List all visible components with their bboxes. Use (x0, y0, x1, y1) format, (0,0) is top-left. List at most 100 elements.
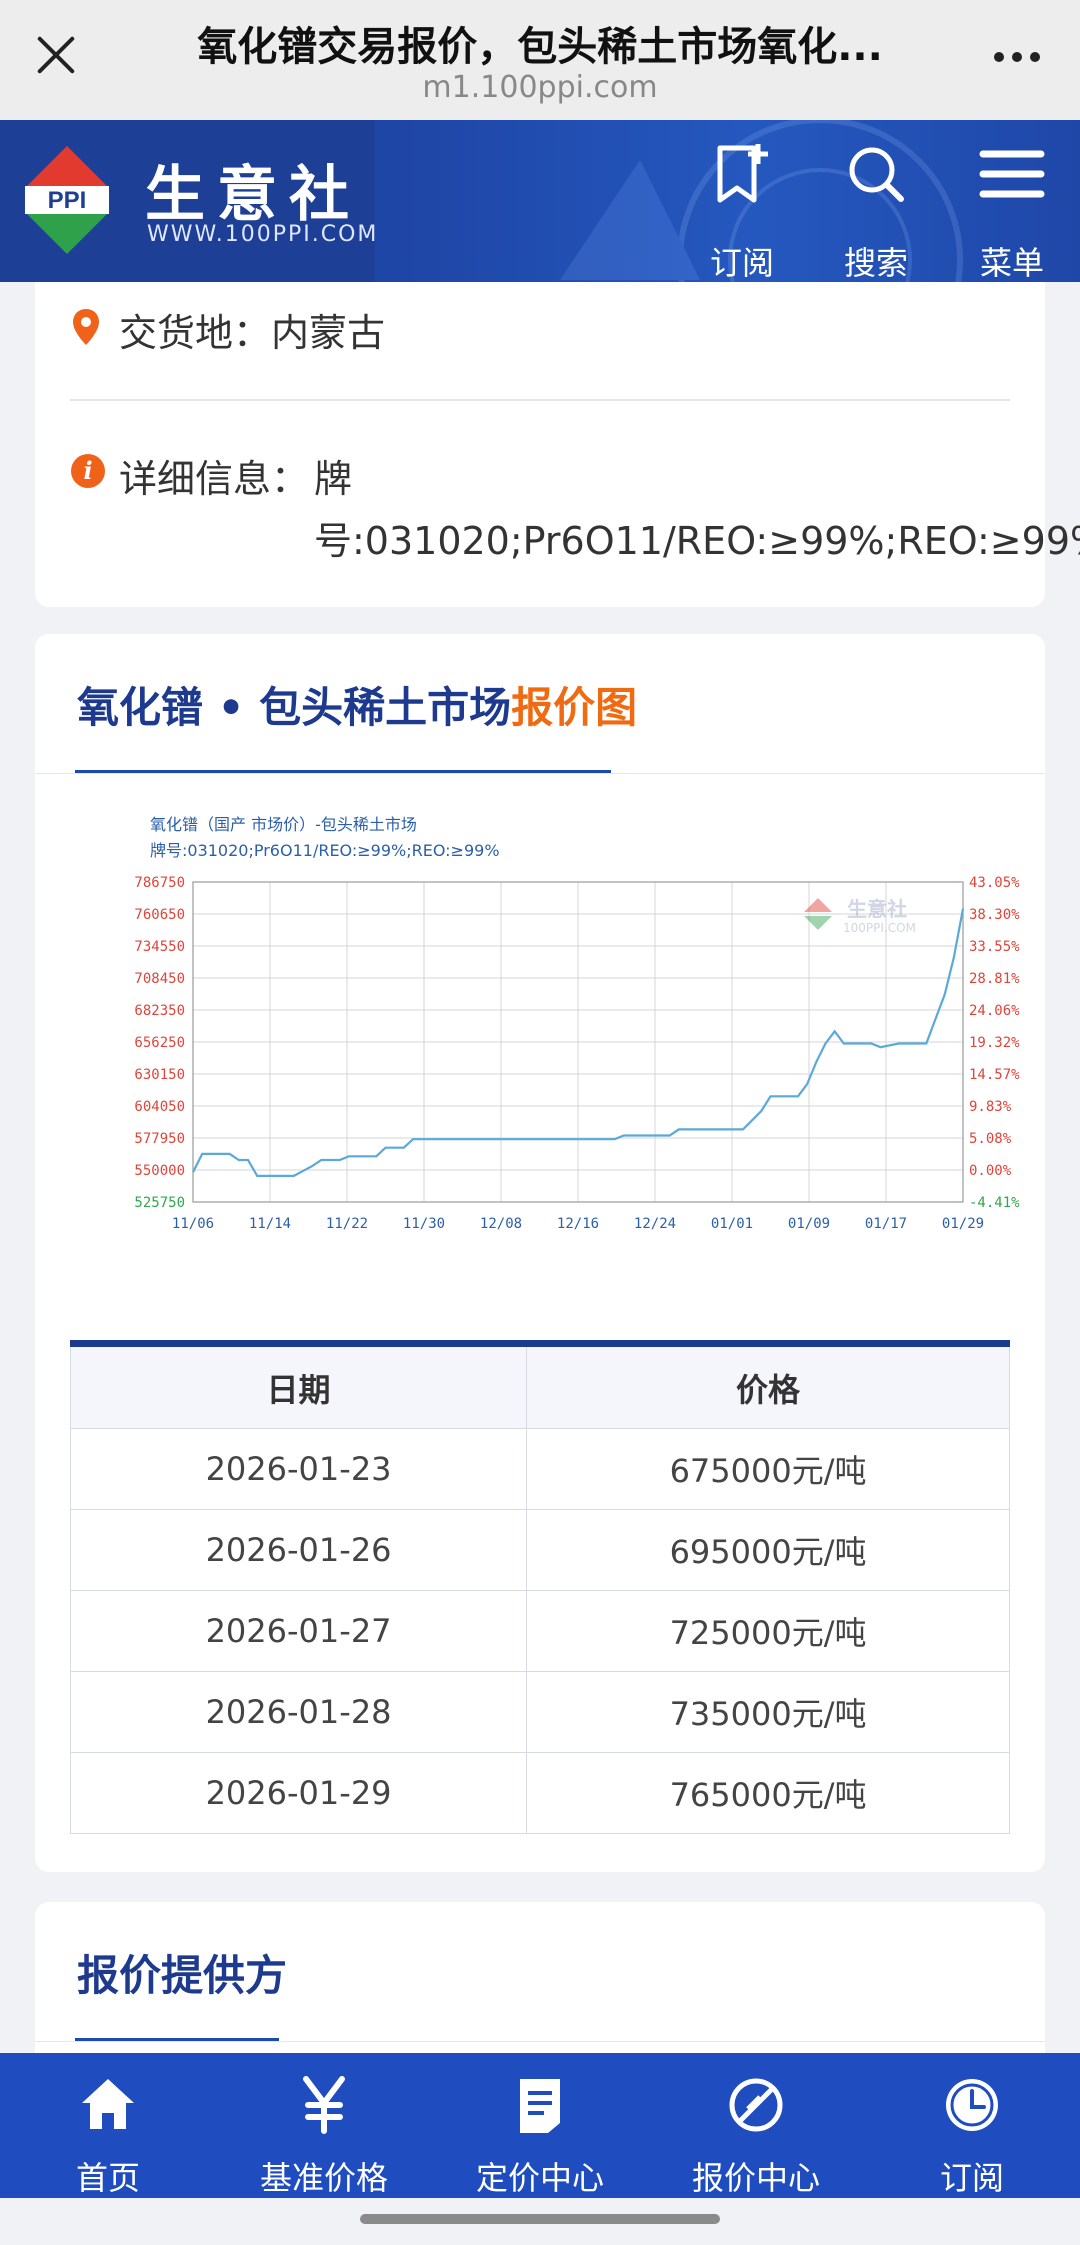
table-cell-price: 675000元/吨 (526, 1428, 1010, 1510)
table-cell-price: 735000元/吨 (526, 1671, 1010, 1753)
x-tick: 12/24 (634, 1216, 676, 1232)
logo-text: 生意社 (145, 160, 361, 230)
table-row: 2026-01-29 765000元/吨 (69, 1752, 1010, 1834)
table-header-date: 日期 (69, 1343, 528, 1429)
svg-text:100PPI.COM: 100PPI.COM (843, 921, 916, 935)
nav-item-pricing-center[interactable]: 定价中心 (432, 2053, 648, 2198)
y-tick-right: 28.81% (969, 971, 1020, 987)
delivery-row: 交货地：内蒙古 (119, 302, 385, 357)
bottom-nav: 首页 基准价格 定价中心 报价中心 订阅 (0, 2053, 1080, 2198)
y-tick-left: 550000 (134, 1163, 185, 1179)
svg-text:PPI: PPI (48, 187, 87, 214)
search-button[interactable]: 搜索 (826, 142, 926, 282)
section-rule (35, 2041, 1045, 2042)
detail-label: 详细信息： (119, 457, 310, 501)
subscribe-button[interactable]: 订阅 (692, 142, 792, 282)
home-indicator[interactable] (360, 2214, 720, 2224)
y-tick-left: 708450 (134, 971, 185, 987)
price-chart: 氧化镨（国产 市场价）-包头稀土市场 牌号:031020;Pr6O11/REO:… (134, 815, 1020, 1232)
x-tick: 01/01 (711, 1216, 753, 1232)
table-row: 2026-01-28 735000元/吨 (69, 1671, 1010, 1753)
x-tick: 11/06 (172, 1216, 214, 1232)
chart-section-title-highlight: 报价图 (511, 683, 638, 732)
y-tick-right: -4.41% (969, 1195, 1020, 1211)
price-table: 日期 价格 2026-01-23 675000元/吨 2026-01-26 69… (69, 1340, 1010, 1834)
y-tick-right: 19.32% (969, 1035, 1020, 1051)
chart-section-title: 氧化镨 • 包头稀土市场报价图 (77, 674, 637, 735)
page-url: m1.100ppi.com (422, 70, 658, 105)
detail-value-line1: 牌 (314, 457, 353, 501)
y-tick-left: 682350 (134, 1003, 185, 1019)
x-tick: 01/09 (788, 1216, 830, 1232)
table-cell-price: 765000元/吨 (526, 1752, 1010, 1834)
more-options-icon[interactable] (994, 52, 1040, 62)
logo[interactable]: PPI 生意社 WWW.100PPI.COM (0, 120, 379, 282)
y-tick-left: 525750 (134, 1195, 185, 1211)
site-header: PPI 生意社 WWW.100PPI.COM 订阅 搜索 菜单 (0, 120, 1080, 282)
y-tick-right: 38.30% (969, 907, 1020, 923)
divider (70, 399, 1010, 401)
search-icon (849, 147, 904, 202)
y-tick-left: 760650 (134, 907, 185, 923)
search-label: 搜索 (843, 244, 908, 282)
y-tick-left: 630150 (134, 1067, 185, 1083)
chart-title: 氧化镨（国产 市场价）-包头稀土市场 (150, 815, 417, 834)
nav-label: 基准价格 (259, 2159, 388, 2197)
close-icon[interactable] (30, 30, 80, 80)
y-tick-right: 0.00% (969, 1163, 1012, 1179)
y-tick-right: 9.83% (969, 1099, 1012, 1115)
yuan-icon (303, 2076, 345, 2134)
y-tick-right: 43.05% (969, 875, 1020, 891)
menu-button[interactable]: 菜单 (962, 142, 1062, 282)
quote-icon (729, 2078, 783, 2132)
table-cell-price: 695000元/吨 (526, 1509, 1010, 1591)
x-tick: 11/22 (326, 1216, 368, 1232)
table-cell-date: 2026-01-27 (69, 1590, 528, 1672)
table-cell-date: 2026-01-29 (69, 1752, 528, 1834)
section-rule (35, 773, 1045, 774)
subscribe-label: 订阅 (709, 244, 774, 282)
y-tick-left: 786750 (134, 875, 185, 891)
nav-item-home[interactable]: 首页 (0, 2053, 216, 2198)
x-tick: 12/16 (557, 1216, 599, 1232)
y-tick-left: 577950 (134, 1131, 185, 1147)
bookmark-plus-icon (717, 144, 768, 203)
table-cell-date: 2026-01-28 (69, 1671, 528, 1753)
logo-url: WWW.100PPI.COM (147, 222, 379, 247)
provider-section-title: 报价提供方 (77, 1951, 288, 2000)
nav-label: 报价中心 (691, 2159, 820, 2197)
chart-subtitle: 牌号:031020;Pr6O11/REO:≥99%;REO:≥99% (150, 841, 500, 860)
menu-label: 菜单 (979, 244, 1044, 282)
x-tick: 01/17 (865, 1216, 907, 1232)
nav-item-quote-center[interactable]: 报价中心 (648, 2053, 864, 2198)
y-tick-right: 5.08% (969, 1131, 1012, 1147)
nav-item-benchmark-price[interactable]: 基准价格 (216, 2053, 432, 2198)
product-info-card: 交货地：内蒙古 i 详细信息： 牌 号:031020;Pr6O11/REO:≥9… (35, 282, 1080, 607)
x-tick: 11/14 (249, 1216, 291, 1232)
y-tick-left: 734550 (134, 939, 185, 955)
table-row: 2026-01-27 725000元/吨 (69, 1590, 1010, 1672)
menu-icon (979, 150, 1045, 198)
table-row: 2026-01-26 695000元/吨 (69, 1509, 1010, 1591)
browser-top-bar: 氧化镨交易报价，包头稀土市场氧化... m1.100ppi.com (0, 0, 1080, 120)
table-row: 2026-01-23 675000元/吨 (69, 1428, 1010, 1510)
price-chart-card: 氧化镨 • 包头稀土市场报价图 氧化镨（国产 市场价）-包头稀土市场 牌号:03… (35, 634, 1045, 1872)
svg-text:生意社: 生意社 (847, 897, 907, 921)
table-cell-price: 725000元/吨 (526, 1590, 1010, 1672)
section-underline (75, 770, 611, 773)
table-header-row: 日期 价格 (69, 1343, 1010, 1429)
y-tick-left: 604050 (134, 1099, 185, 1115)
chart-section-title-main: 氧化镨 • 包头稀土市场 (77, 683, 512, 732)
table-cell-date: 2026-01-26 (69, 1509, 528, 1591)
y-tick-left: 656250 (134, 1035, 185, 1051)
detail-value-line2: 号:031020;Pr6O11/REO:≥99%;REO:≥99% (314, 519, 1080, 563)
clock-icon (946, 2079, 998, 2131)
section-underline (75, 2038, 279, 2041)
nav-item-subscribe[interactable]: 订阅 (864, 2053, 1080, 2198)
chart-watermark: 生意社 100PPI.COM (804, 897, 916, 935)
x-tick: 12/08 (480, 1216, 522, 1232)
y-tick-right: 24.06% (969, 1003, 1020, 1019)
x-tick: 11/30 (403, 1216, 445, 1232)
x-tick: 01/29 (942, 1216, 984, 1232)
nav-label: 订阅 (939, 2159, 1004, 2197)
